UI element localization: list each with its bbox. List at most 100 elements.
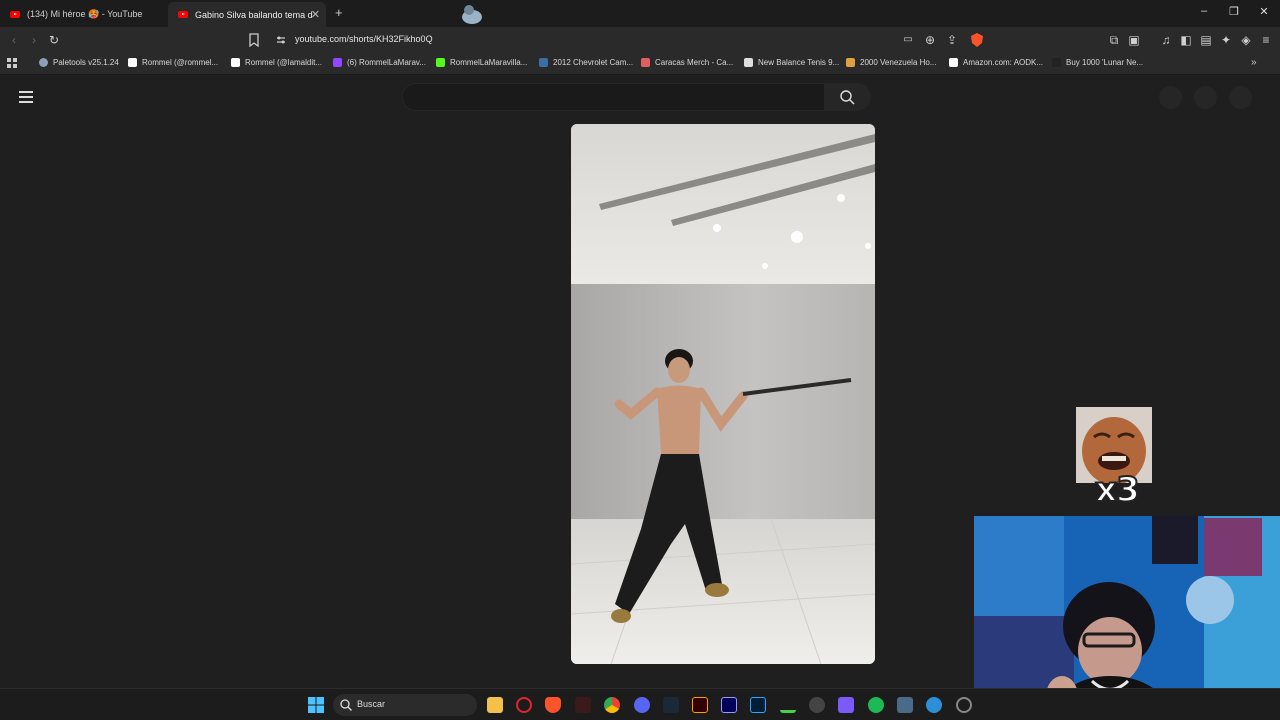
menu-icon[interactable]: ≡ bbox=[1258, 32, 1274, 48]
photoshop-icon[interactable] bbox=[750, 697, 766, 713]
cast-icon[interactable]: ▭ bbox=[900, 32, 916, 48]
close-window-button[interactable]: ✕ bbox=[1254, 5, 1274, 18]
bookmark-label: 2012 Chevrolet Cam... bbox=[553, 58, 634, 67]
spotify-icon[interactable] bbox=[868, 697, 884, 713]
bookmark-favicon-icon bbox=[39, 58, 48, 67]
youtube-icon bbox=[10, 11, 20, 18]
bookmark-item[interactable]: Buy 1000 'Lunar Ne... bbox=[1052, 58, 1143, 67]
app-m-icon[interactable] bbox=[575, 697, 591, 713]
taskbar-search-label: Buscar bbox=[357, 699, 386, 709]
app-vpn-icon[interactable] bbox=[897, 697, 913, 713]
taskbar-search-input[interactable]: Buscar bbox=[333, 694, 477, 716]
address-bar[interactable]: youtube.com/shorts/KH32Fikho0Q bbox=[270, 29, 990, 51]
bookmark-label: RommelLaMaravilla... bbox=[450, 58, 528, 67]
x-logo-icon bbox=[128, 58, 137, 67]
bookmark-label: Rommel (@rommel... bbox=[142, 58, 219, 67]
bookmark-label: (6) RommelLaMarav... bbox=[347, 58, 426, 67]
url-text: youtube.com/shorts/KH32Fikho0Q bbox=[295, 34, 433, 44]
windows-start-icon[interactable] bbox=[308, 697, 324, 713]
app-blue-icon[interactable] bbox=[926, 697, 942, 713]
account-avatar[interactable] bbox=[1229, 86, 1252, 109]
file-explorer-icon[interactable] bbox=[487, 697, 503, 713]
obs-icon[interactable] bbox=[956, 697, 972, 713]
bookmark-label: Buy 1000 'Lunar Ne... bbox=[1066, 58, 1144, 67]
brave-icon[interactable] bbox=[545, 697, 561, 713]
bookmark-item[interactable]: (6) RommelLaMarav... bbox=[333, 58, 426, 67]
bookmark-item[interactable]: New Balance Tenis 9... bbox=[744, 58, 839, 67]
screenshot-icon[interactable]: ▣ bbox=[1126, 32, 1142, 48]
hamburger-menu-icon[interactable] bbox=[19, 91, 33, 103]
bookmarks-bar: Paletools v25.1.24 Rommel (@rommel... Ro… bbox=[0, 53, 1280, 75]
maximize-button[interactable]: ❐ bbox=[1224, 5, 1244, 18]
brave-shields-icon[interactable] bbox=[969, 32, 985, 48]
search-button[interactable] bbox=[825, 83, 871, 111]
mascot-icon bbox=[462, 5, 482, 24]
illustrator-icon[interactable] bbox=[692, 697, 708, 713]
shop-site-icon bbox=[1052, 58, 1061, 67]
reload-icon[interactable]: ↻ bbox=[46, 32, 62, 48]
tab-label: Gabino Silva bailando tema de G bbox=[195, 9, 313, 20]
share-icon[interactable]: ⇪ bbox=[944, 32, 960, 48]
shorts-video-player[interactable] bbox=[571, 124, 875, 664]
media-icon[interactable]: ♫ bbox=[1158, 32, 1174, 48]
bookmark-item[interactable]: Rommel (@rommel... bbox=[128, 58, 218, 67]
steam-icon[interactable] bbox=[663, 697, 679, 713]
youtube-icon bbox=[178, 11, 188, 18]
premiere-icon[interactable] bbox=[721, 697, 737, 713]
jersey-site-icon bbox=[846, 58, 855, 67]
merch-site-icon bbox=[641, 58, 650, 67]
forward-icon[interactable]: › bbox=[26, 32, 42, 48]
wallet-icon[interactable]: ▤ bbox=[1198, 32, 1214, 48]
bookmark-item[interactable]: Caracas Merch - Ca... bbox=[641, 58, 733, 67]
twitch-icon bbox=[333, 58, 342, 67]
tab-close-icon[interactable]: ✕ bbox=[311, 8, 320, 21]
bookmark-item[interactable]: Rommel (@lamaldit... bbox=[231, 58, 322, 67]
app-copilot-icon[interactable] bbox=[838, 697, 854, 713]
zoom-icon[interactable]: ⊕ bbox=[922, 32, 938, 48]
bookmark-item[interactable]: Paletools v25.1.24 bbox=[39, 58, 119, 67]
bookmark-item[interactable]: RommelLaMaravilla... bbox=[436, 58, 527, 67]
bookmark-label: 2000 Venezuela Ho... bbox=[860, 58, 937, 67]
amazon-icon bbox=[949, 58, 958, 67]
minimize-button[interactable]: – bbox=[1194, 5, 1214, 17]
search-icon bbox=[340, 699, 352, 711]
extensions-icon[interactable]: ⧉ bbox=[1106, 32, 1122, 48]
bookmark-icon[interactable] bbox=[248, 33, 260, 47]
new-tab-button[interactable]: + bbox=[335, 5, 343, 20]
bookmark-item[interactable]: Amazon.com: AODK... bbox=[949, 58, 1043, 67]
apps-grid-icon[interactable] bbox=[7, 58, 18, 69]
tiktok-icon bbox=[231, 58, 240, 67]
multiplier-label: x3 bbox=[1094, 469, 1141, 511]
video-frame bbox=[571, 124, 875, 664]
opera-icon[interactable] bbox=[516, 697, 532, 713]
search-input[interactable] bbox=[402, 83, 825, 111]
leo-ai-icon[interactable]: ✦ bbox=[1218, 32, 1234, 48]
browser-toolbar: ‹ › ↻ youtube.com/shorts/KH32Fikho0Q ▭ ⊕… bbox=[0, 27, 1280, 53]
search-icon bbox=[840, 90, 855, 105]
notifications-button[interactable] bbox=[1194, 86, 1217, 109]
bookmark-label: Caracas Merch - Ca... bbox=[655, 58, 734, 67]
bookmark-label: Paletools v25.1.24 bbox=[53, 58, 119, 67]
more-bookmarks-icon[interactable]: » bbox=[1251, 57, 1257, 68]
chrome-icon[interactable] bbox=[604, 697, 620, 713]
bookmark-label: Amazon.com: AODK... bbox=[963, 58, 1044, 67]
sidebar-icon[interactable]: ◧ bbox=[1178, 32, 1194, 48]
bookmark-item[interactable]: 2000 Venezuela Ho... bbox=[846, 58, 937, 67]
windows-taskbar: Buscar bbox=[0, 688, 1280, 720]
vpn-icon[interactable]: ◈ bbox=[1238, 32, 1254, 48]
bookmark-label: Rommel (@lamaldit... bbox=[245, 58, 323, 67]
site-info-icon[interactable] bbox=[276, 35, 286, 45]
app-a-icon[interactable] bbox=[780, 697, 796, 713]
tab-gabino-silva[interactable]: Gabino Silva bailando tema de G ✕ bbox=[168, 2, 326, 27]
kick-icon bbox=[436, 58, 445, 67]
browser-title-bar: (134) Mi héroe 🥵 - YouTube Gabino Silva … bbox=[0, 0, 1280, 27]
discord-icon[interactable] bbox=[634, 697, 650, 713]
back-icon[interactable]: ‹ bbox=[6, 32, 22, 48]
tab-label: (134) Mi héroe 🥵 - YouTube bbox=[27, 9, 143, 19]
bookmark-item[interactable]: 2012 Chevrolet Cam... bbox=[539, 58, 633, 67]
create-button[interactable] bbox=[1159, 86, 1182, 109]
shoe-site-icon bbox=[744, 58, 753, 67]
car-site-icon bbox=[539, 58, 548, 67]
app-g-icon[interactable] bbox=[809, 697, 825, 713]
tab-mi-heroe[interactable]: (134) Mi héroe 🥵 - YouTube bbox=[0, 2, 165, 27]
